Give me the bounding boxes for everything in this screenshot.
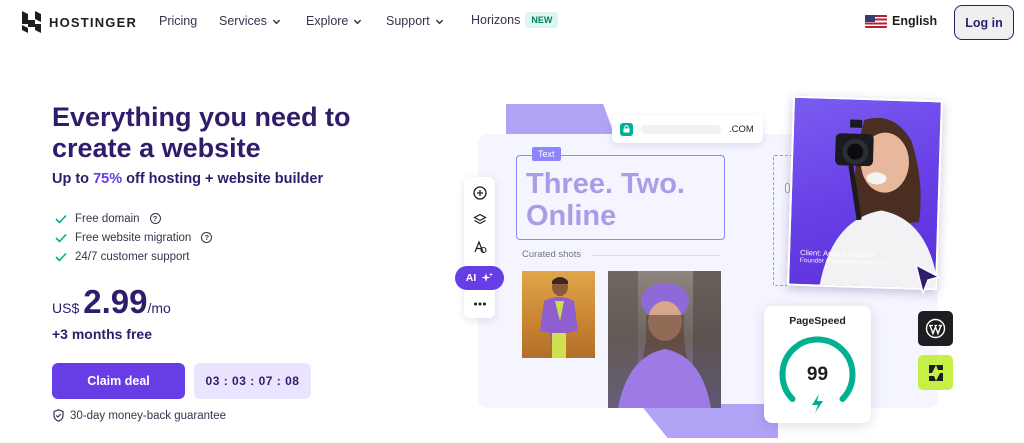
- language-label: English: [892, 14, 938, 28]
- client-portrait-photo: Client: Anna Franques Founder of annafra…: [787, 95, 943, 291]
- mouse-pointer-icon: [914, 263, 942, 296]
- photo-credit: Client: Anna Franques Founder of annafra…: [800, 248, 888, 267]
- wordpress-icon: [918, 311, 953, 346]
- brand-name: HOSTINGER: [49, 14, 138, 30]
- ai-label: AI: [465, 272, 477, 284]
- countdown-timer: 03 : 03 : 07 : 08: [194, 363, 311, 399]
- nav-item-label: Support: [386, 14, 430, 28]
- add-circle-icon[interactable]: [472, 185, 487, 200]
- top-navigation: HOSTINGER Pricing Services Explore Suppo…: [0, 0, 1024, 44]
- decorative-shape: [640, 404, 778, 438]
- ai-assistant-button[interactable]: AI: [455, 266, 504, 290]
- guarantee-label: 30-day money-back guarantee: [70, 409, 226, 422]
- nav-item-horizons[interactable]: Horizons NEW: [471, 12, 559, 28]
- price-currency: US$: [52, 300, 80, 316]
- nav-item-services[interactable]: Services: [219, 14, 281, 28]
- divider: [592, 255, 720, 256]
- more-options-icon[interactable]: [472, 296, 487, 311]
- nav-item-support[interactable]: Support: [386, 14, 444, 28]
- check-icon: [55, 233, 67, 243]
- hero-subtitle: Up to 75% off hosting + website builder: [52, 171, 323, 187]
- nav-item-label: Pricing: [159, 14, 198, 28]
- text-tag: Text: [532, 147, 561, 161]
- curated-photo-man: [522, 271, 595, 358]
- editor-toolbar: [464, 177, 495, 318]
- check-icon: [55, 252, 67, 262]
- feature-label: Free domain: [75, 212, 140, 225]
- subtitle-prefix: Up to: [52, 171, 94, 187]
- shield-check-icon: [53, 409, 64, 422]
- claim-deal-button[interactable]: Claim deal: [52, 363, 185, 399]
- check-icon: [55, 214, 67, 224]
- subtitle-suffix: off hosting + website builder: [122, 171, 324, 187]
- new-badge: NEW: [525, 12, 559, 28]
- feature-item: Free domain ?: [55, 209, 212, 228]
- login-button[interactable]: Log in: [954, 5, 1014, 40]
- chevron-down-icon: [435, 19, 443, 24]
- nav-item-label: Explore: [306, 14, 349, 28]
- chevron-down-icon: [354, 19, 362, 24]
- brand-logo[interactable]: HOSTINGER: [22, 11, 137, 33]
- sparkle-icon: [481, 272, 494, 282]
- domain-url-bar: .COM: [612, 115, 763, 143]
- price-period: /mo: [147, 300, 171, 316]
- bonus-text: +3 months free: [52, 326, 152, 342]
- url-placeholder-line: [641, 124, 721, 134]
- horizons-app-icon: [918, 355, 953, 390]
- feature-list: Free domain ? Free website migration ? 2…: [55, 209, 213, 266]
- hero-title: Everything you need to create a website: [52, 102, 351, 163]
- lightning-icon: [812, 394, 823, 413]
- text-style-icon[interactable]: [472, 239, 487, 254]
- price-amount: 2.99: [83, 283, 148, 320]
- hostinger-logo-icon: [22, 11, 41, 33]
- decorative-shape: [506, 104, 614, 134]
- curated-photo-woman: [608, 271, 721, 408]
- money-back-guarantee: 30-day money-back guarantee: [53, 409, 226, 422]
- price: US$ 2.99 /mo: [52, 283, 171, 321]
- lock-icon: [620, 122, 633, 136]
- pagespeed-score: 99: [806, 364, 829, 385]
- pagespeed-card: PageSpeed 99: [764, 306, 871, 423]
- nav-item-explore[interactable]: Explore: [306, 14, 362, 28]
- layers-icon[interactable]: [472, 212, 487, 227]
- us-flag-icon: [865, 14, 887, 28]
- info-question-icon[interactable]: ?: [149, 213, 161, 224]
- nav-item-label: Horizons: [471, 13, 521, 27]
- feature-item: 24/7 customer support: [55, 247, 212, 266]
- domain-suffix: .COM: [729, 123, 754, 135]
- feature-item: Free website migration ?: [55, 228, 213, 247]
- language-selector[interactable]: English: [865, 14, 937, 28]
- chevron-down-icon: [272, 19, 281, 24]
- curated-shots-label: Curated shots: [522, 249, 582, 260]
- feature-label: 24/7 customer support: [75, 250, 190, 263]
- info-question-icon[interactable]: ?: [201, 232, 213, 243]
- nav-item-label: Services: [219, 14, 267, 28]
- feature-label: Free website migration: [75, 231, 192, 244]
- nav-item-pricing[interactable]: Pricing: [159, 14, 197, 28]
- discount-highlight: 75%: [93, 171, 123, 187]
- builder-headline: Three. Two. Online: [526, 168, 685, 232]
